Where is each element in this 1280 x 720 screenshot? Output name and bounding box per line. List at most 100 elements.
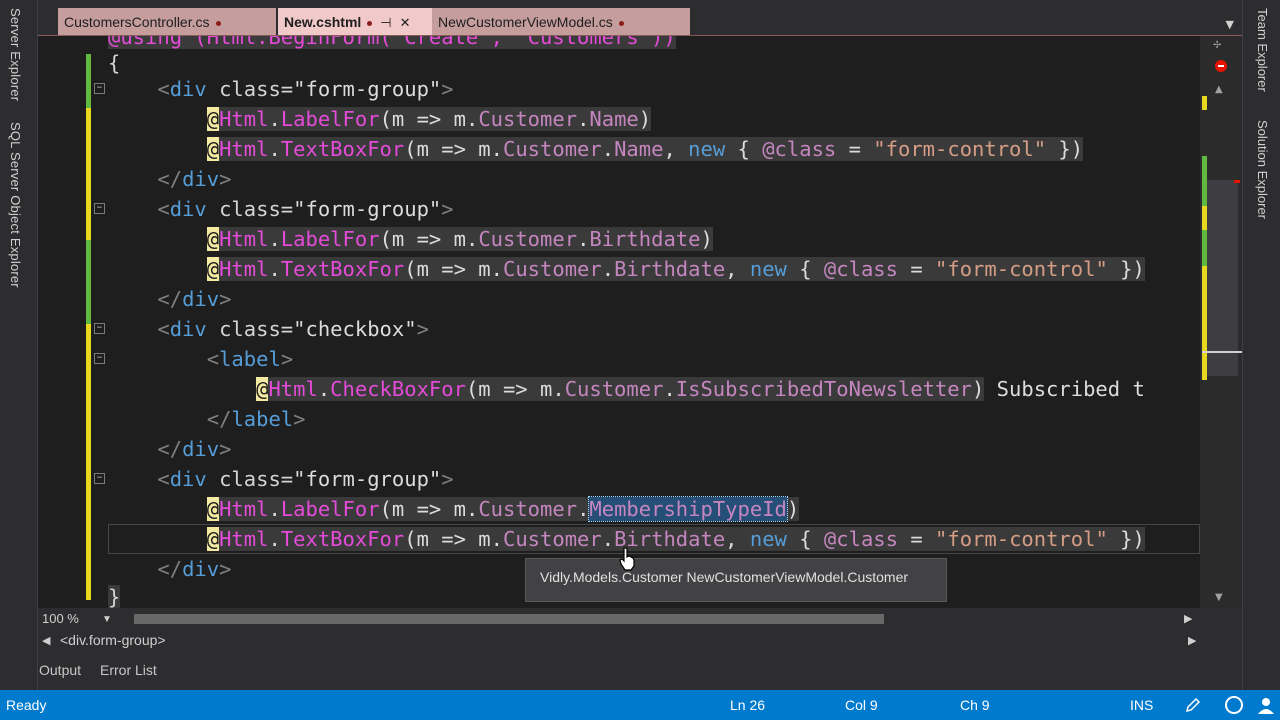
code-paren: ) [700, 227, 713, 251]
change-bar-unsaved [86, 324, 91, 468]
code-args: (m => m. [465, 377, 565, 401]
code-line: <label> [108, 344, 293, 374]
vertical-scrollbar[interactable]: ✢ ▲ ▼ [1200, 36, 1242, 608]
code-line: @Html.CheckBoxFor(m => m.Customer.IsSubs… [108, 374, 1145, 404]
code-bracket: </ [206, 407, 232, 431]
code-line: <div class="checkbox"> [108, 314, 429, 344]
team-explorer-tab[interactable]: Team Explorer [1255, 8, 1270, 92]
code-property[interactable]: Customer [503, 527, 602, 551]
code-dot: . [317, 377, 331, 401]
code-object: Html [268, 377, 318, 401]
collapse-icon[interactable]: − [94, 83, 105, 94]
code-bracket: > [293, 407, 306, 431]
breadcrumb-right-icon[interactable]: ▶ [1188, 634, 1196, 647]
horizontal-scroll-thumb[interactable] [134, 614, 884, 624]
razor-at: @ [206, 137, 220, 161]
razor-at: @ [206, 527, 220, 551]
highlighted-identifier[interactable]: MembershipTypeId [588, 496, 788, 522]
tab-error-list[interactable]: Error List [100, 662, 157, 678]
code-string: "form-control" [873, 137, 1047, 161]
code-equals: = [836, 137, 874, 161]
code-method: TextBoxFor [280, 137, 405, 161]
bottom-toolwindow-tabs: Output Error List [38, 652, 1242, 690]
collapse-icon[interactable]: − [94, 473, 105, 484]
code-brace: { [786, 257, 824, 281]
left-toolwindow-strip: Server Explorer SQL Server Object Explor… [0, 0, 38, 690]
tooltip-text: Vidly.Models.Customer NewCustomerViewMod… [540, 569, 909, 585]
zoom-level[interactable]: 100 % [42, 611, 79, 626]
code-tag: div [169, 467, 207, 491]
tab-label: NewCustomerViewModel.cs [438, 14, 613, 30]
scroll-split-icon[interactable]: ✢ [1213, 40, 1221, 51]
scroll-down-icon[interactable]: ▼ [1215, 592, 1223, 603]
status-column: Col 9 [845, 697, 878, 713]
pin-icon[interactable]: ⊣ [380, 15, 391, 31]
sql-server-object-explorer-tab[interactable]: SQL Server Object Explorer [8, 122, 23, 288]
overview-change-mark [1202, 266, 1207, 326]
pencil-icon[interactable] [1184, 696, 1202, 714]
code-class-arg: @class [762, 137, 837, 161]
tab-output[interactable]: Output [39, 662, 81, 678]
server-explorer-tab[interactable]: Server Explorer [8, 8, 23, 101]
code-attr-value: "form-group" [293, 197, 442, 221]
code-line: </div> [108, 434, 231, 464]
code-property: Customer [564, 377, 664, 401]
razor-at: @ [206, 497, 220, 521]
overview-change-mark [1202, 156, 1207, 206]
solution-explorer-tab[interactable]: Solution Explorer [1255, 120, 1270, 219]
collapse-icon[interactable]: − [94, 203, 105, 214]
code-editor[interactable]: − − − − − @using (Html.BeginForm("Create… [38, 36, 1200, 608]
tab-new-customer-view-model[interactable]: NewCustomerViewModel.cs [432, 8, 690, 36]
code-text: @using (Html.BeginForm("Create", "Custom… [108, 36, 676, 49]
code-tag: div [182, 557, 220, 581]
status-insert-mode: INS [1130, 697, 1154, 713]
collapse-icon[interactable]: − [94, 323, 105, 334]
code-brace: }) [1107, 257, 1145, 281]
status-bar: Ready Ln 26 Col 9 Ch 9 INS [0, 690, 1280, 720]
code-method: TextBoxFor [280, 527, 405, 551]
code-dot: . [577, 227, 590, 251]
code-brace: }) [1046, 137, 1084, 161]
code-args: (m => m. [379, 227, 479, 251]
code-line: </div> [108, 554, 231, 584]
code-brace: { [786, 527, 824, 551]
code-bracket: > [441, 77, 454, 101]
code-line: @using (Html.BeginForm("Create", "Custom… [108, 36, 676, 52]
code-args: (m => m. [379, 497, 479, 521]
code-object: Html [219, 527, 269, 551]
collapse-icon[interactable]: − [94, 353, 105, 364]
code-bracket: < [157, 197, 170, 221]
code-line: @Html.TextBoxFor(m => m.Customer.Birthda… [108, 254, 1145, 284]
notifications-icon[interactable] [1222, 694, 1246, 716]
scroll-left-icon[interactable]: ◀ [42, 634, 50, 647]
code-dot: . [663, 377, 676, 401]
tab-customers-controller[interactable]: CustomersController.cs [58, 8, 276, 36]
tab-new-cshtml[interactable]: New.cshtml ⊣ ✕ [278, 8, 432, 36]
modified-dot-icon [215, 20, 221, 26]
code-dot: . [601, 137, 615, 161]
breadcrumb-path[interactable]: <div.form-group> [60, 632, 166, 648]
scroll-right-icon[interactable]: ▶ [1184, 612, 1192, 625]
razor-at: @ [206, 227, 220, 251]
code-args: (m => m. [404, 257, 503, 281]
scroll-up-icon[interactable]: ▲ [1215, 84, 1223, 95]
overview-error-mark [1234, 180, 1240, 183]
vertical-scroll-thumb[interactable] [1202, 180, 1238, 376]
code-line: @Html.TextBoxFor(m => m.Customer.Name, n… [108, 134, 1084, 164]
feedback-icon[interactable] [1254, 694, 1278, 716]
zoom-dropdown-icon[interactable]: ▼ [102, 614, 112, 625]
code-attr: class= [206, 77, 294, 101]
code-bracket: > [219, 167, 232, 191]
tab-list-dropdown-icon[interactable]: ▼ [1226, 18, 1234, 31]
code-paren: ) [638, 107, 652, 131]
overview-change-mark [1202, 230, 1207, 266]
close-icon[interactable]: ✕ [400, 15, 411, 31]
code-text: } [108, 585, 121, 608]
code-method: LabelFor [280, 227, 380, 251]
overview-change-mark [1202, 206, 1207, 230]
